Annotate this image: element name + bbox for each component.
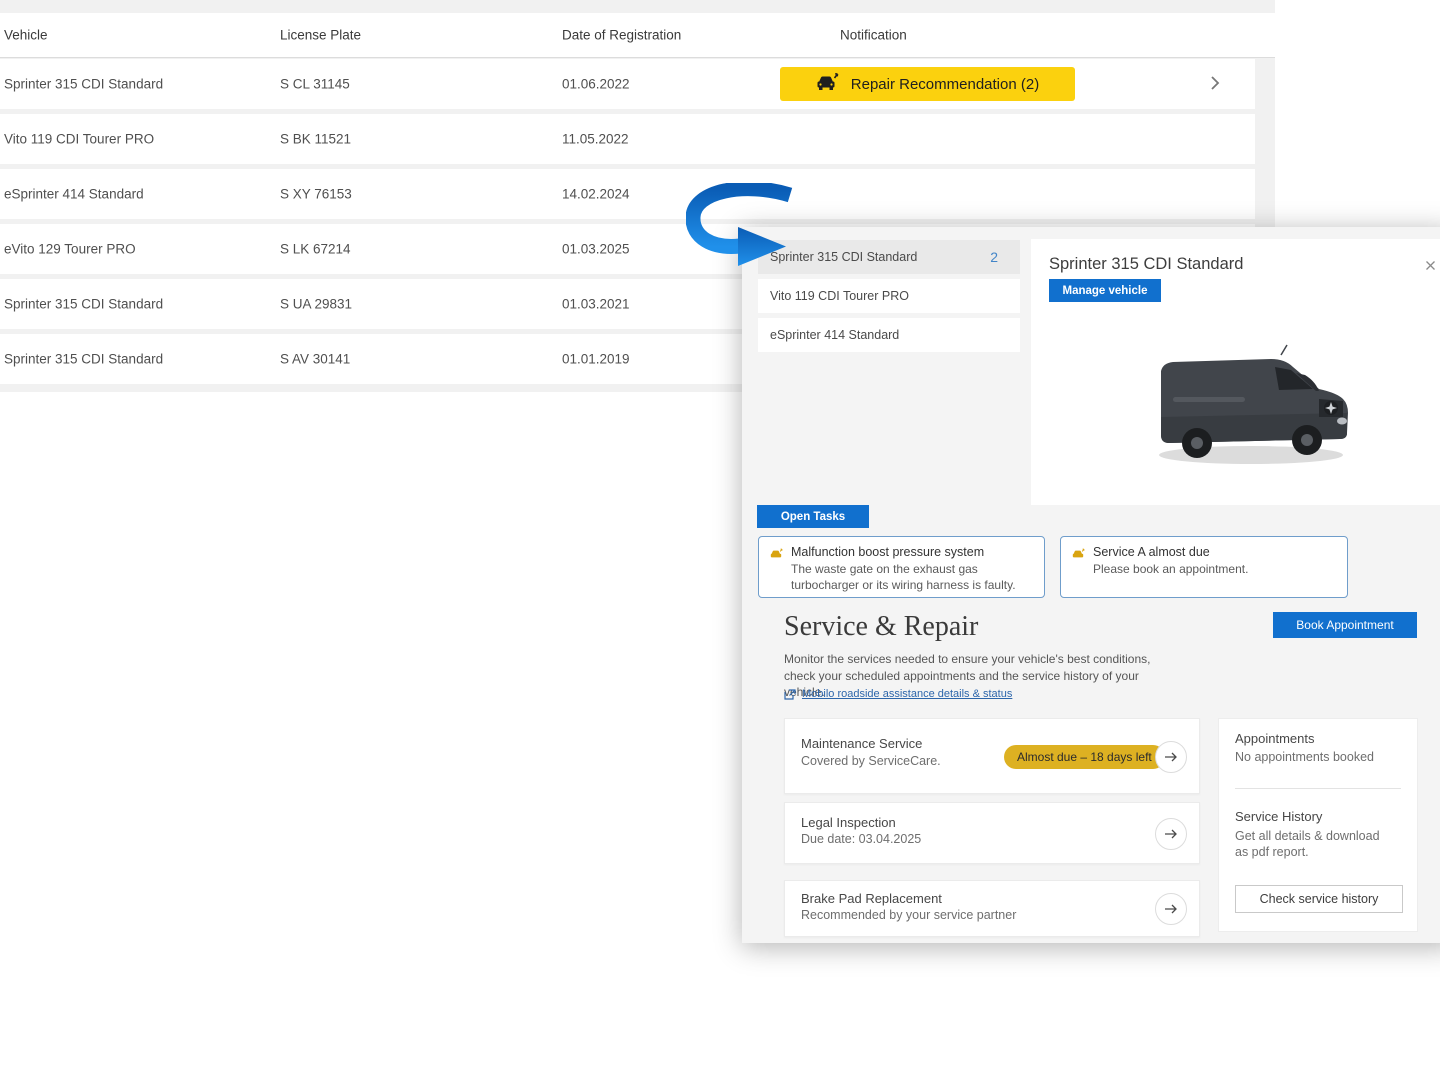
open-tasks-count-badge: 2 <box>990 249 998 265</box>
license-plate-cell: S AV 30141 <box>280 352 350 367</box>
vehicle-cell: Sprinter 315 CDI Standard <box>4 77 163 92</box>
service-history-description: Get all details & download as pdf report… <box>1235 828 1387 860</box>
almost-due-badge: Almost due – 18 days left <box>1004 745 1165 769</box>
service-card-subtitle: Due date: 03.04.2025 <box>801 832 921 846</box>
arrow-right-icon[interactable] <box>1155 893 1187 925</box>
license-plate-cell: S LK 67214 <box>280 242 351 257</box>
car-repair-icon <box>816 72 840 96</box>
service-card-title: Brake Pad Replacement <box>801 891 942 906</box>
license-plate-cell: S UA 29831 <box>280 297 352 312</box>
service-card-subtitle: Recommended by your service partner <box>801 908 1016 922</box>
vehicle-list-item[interactable]: eSprinter 414 Standard <box>758 318 1020 352</box>
appointments-title: Appointments <box>1235 731 1315 746</box>
car-repair-icon <box>1072 547 1085 565</box>
open-task-card[interactable]: Service A almost due Please book an appo… <box>1060 536 1348 598</box>
arrow-right-icon[interactable] <box>1155 741 1187 773</box>
maintenance-service-card[interactable]: Maintenance Service Covered by ServiceCa… <box>784 718 1200 794</box>
registration-date-cell: 01.06.2022 <box>562 77 630 92</box>
divider <box>1235 788 1401 789</box>
column-header-license-plate: License Plate <box>280 28 361 43</box>
open-tasks-tab[interactable]: Open Tasks <box>757 505 869 528</box>
vehicle-list-item[interactable]: Sprinter 315 CDI Standard 2 <box>758 240 1020 274</box>
mobilo-assistance-link[interactable]: Mobilo roadside assistance details & sta… <box>784 688 1012 700</box>
task-title: Service A almost due <box>1093 545 1210 559</box>
chevron-right-icon[interactable] <box>1204 73 1226 95</box>
license-plate-cell: S BK 11521 <box>280 132 351 147</box>
close-icon[interactable] <box>1421 257 1439 275</box>
appointments-history-panel: Appointments No appointments booked Serv… <box>1218 718 1418 932</box>
task-description: Please book an appointment. <box>1093 562 1337 578</box>
column-header-notification: Notification <box>840 28 907 43</box>
service-card-title: Maintenance Service <box>801 736 922 751</box>
brake-pad-replacement-card[interactable]: Brake Pad Replacement Recommended by you… <box>784 880 1200 937</box>
registration-date-cell: 11.05.2022 <box>562 132 629 147</box>
license-plate-cell: S CL 31145 <box>280 77 350 92</box>
mobilo-assistance-link-label: Mobilo roadside assistance details & sta… <box>802 688 1012 700</box>
table-header: Vehicle License Plate Date of Registrati… <box>0 13 1275 58</box>
vehicle-card: Sprinter 315 CDI Standard Manage vehicle <box>1031 239 1440 505</box>
vehicle-list-label: Vito 119 CDI Tourer PRO <box>770 289 909 303</box>
repair-recommendation-label: Repair Recommendation (2) <box>851 76 1039 93</box>
vehicle-list-label: Sprinter 315 CDI Standard <box>770 250 917 264</box>
registration-date-cell: 01.03.2021 <box>562 297 630 312</box>
registration-date-cell: 14.02.2024 <box>562 187 630 202</box>
legal-inspection-card[interactable]: Legal Inspection Due date: 03.04.2025 <box>784 802 1200 864</box>
service-card-title: Legal Inspection <box>801 815 896 830</box>
registration-date-cell: 01.01.2019 <box>562 352 630 367</box>
vehicle-list-label: eSprinter 414 Standard <box>770 328 899 342</box>
vehicle-cell: Vito 119 CDI Tourer PRO <box>4 132 154 147</box>
open-task-card[interactable]: Malfunction boost pressure system The wa… <box>758 536 1045 598</box>
vehicle-cell: Sprinter 315 CDI Standard <box>4 352 163 367</box>
vehicle-cell: eSprinter 414 Standard <box>4 187 144 202</box>
vehicle-cell: Sprinter 315 CDI Standard <box>4 297 163 312</box>
service-card-subtitle: Covered by ServiceCare. <box>801 754 941 768</box>
vehicle-detail-popup: Sprinter 315 CDI Standard 2 Vito 119 CDI… <box>742 227 1440 943</box>
column-header-date-of-registration: Date of Registration <box>562 28 681 43</box>
service-and-repair-heading: Service & Repair <box>784 611 978 643</box>
arrow-right-icon[interactable] <box>1155 818 1187 850</box>
column-header-vehicle: Vehicle <box>4 28 48 43</box>
appointments-status: No appointments booked <box>1235 750 1410 764</box>
table-row[interactable]: Vito 119 CDI Tourer PRO S BK 11521 11.05… <box>0 114 1255 164</box>
repair-recommendation-button[interactable]: Repair Recommendation (2) <box>780 67 1075 101</box>
vehicle-list-item[interactable]: Vito 119 CDI Tourer PRO <box>758 279 1020 313</box>
book-appointment-button[interactable]: Book Appointment <box>1273 612 1417 638</box>
table-row[interactable]: Sprinter 315 CDI Standard S CL 31145 01.… <box>0 59 1255 109</box>
external-link-icon <box>784 689 796 700</box>
task-title: Malfunction boost pressure system <box>791 545 984 559</box>
manage-vehicle-button[interactable]: Manage vehicle <box>1049 279 1161 302</box>
check-service-history-button[interactable]: Check service history <box>1235 885 1403 913</box>
registration-date-cell: 01.03.2025 <box>562 242 630 257</box>
task-description: The waste gate on the exhaust gas turboc… <box>791 562 1034 593</box>
license-plate-cell: S XY 76153 <box>280 187 352 202</box>
vehicle-cell: eVito 129 Tourer PRO <box>4 242 136 257</box>
service-history-title: Service History <box>1235 809 1322 824</box>
vehicle-card-title: Sprinter 315 CDI Standard <box>1049 255 1243 274</box>
table-row[interactable]: eSprinter 414 Standard S XY 76153 14.02.… <box>0 169 1255 219</box>
van-image <box>1133 337 1369 477</box>
car-repair-icon <box>770 547 783 565</box>
